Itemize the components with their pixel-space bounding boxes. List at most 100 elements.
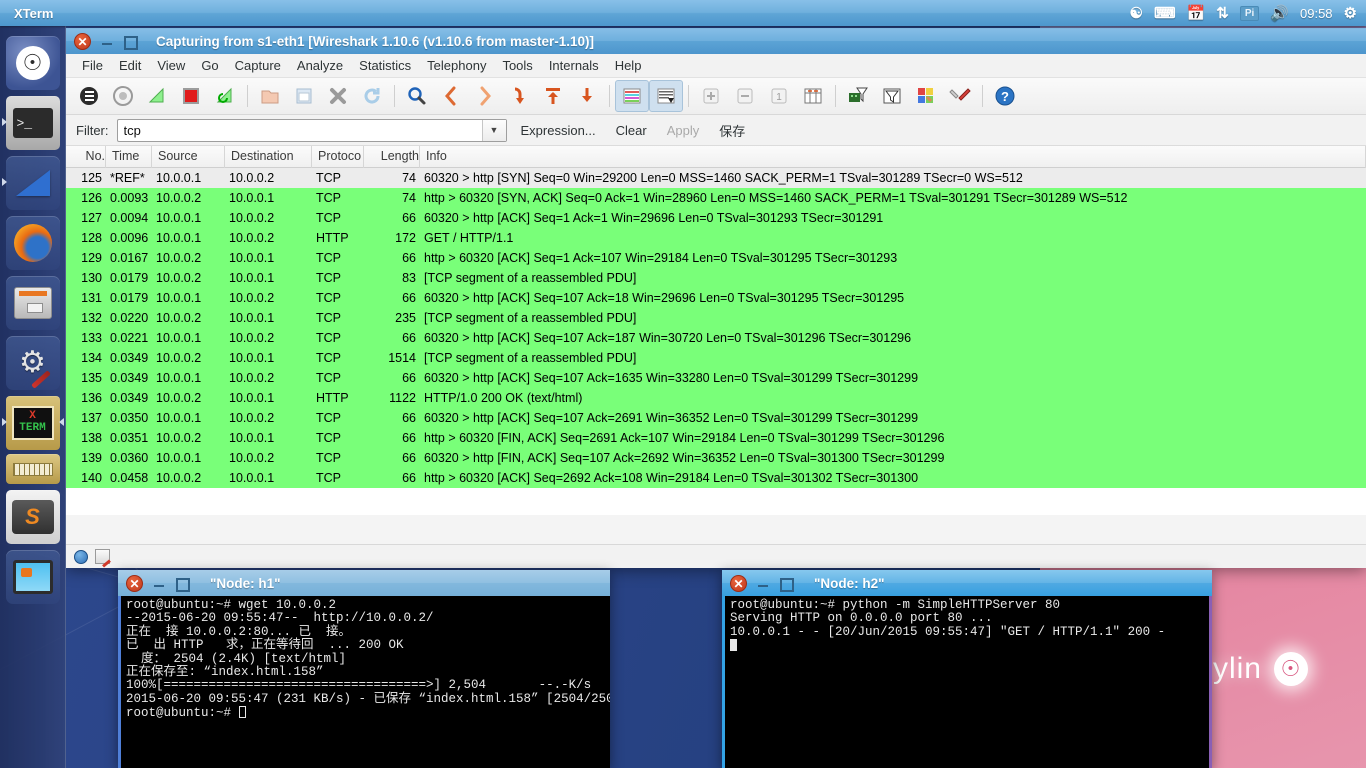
close-icon[interactable]: ✕ [74, 32, 91, 50]
xterm-h1-titlebar[interactable]: ✕ "Node: h1" [118, 570, 610, 596]
xterm-h2-titlebar[interactable]: ✕ "Node: h2" [722, 570, 1212, 596]
menu-item-file[interactable]: File [74, 56, 111, 75]
launcher-item-settings[interactable]: ⚙ [5, 336, 60, 390]
save-file-icon[interactable] [287, 80, 321, 112]
column-header-source[interactable]: Source [152, 145, 225, 168]
help-icon[interactable]: ? [988, 80, 1022, 112]
launcher-item-files[interactable] [5, 276, 60, 330]
launcher-item-sublime[interactable]: S [5, 490, 60, 544]
column-header-no[interactable]: No. [66, 145, 106, 168]
launcher-item-firefox[interactable] [5, 216, 60, 270]
table-row[interactable]: 131 0.0179 10.0.0.1 10.0.0.2 TCP 66 60320 > ht… [66, 288, 1366, 308]
filter-input-wrapper[interactable]: ▼ [116, 118, 507, 142]
go-forward-icon[interactable] [468, 80, 502, 112]
menu-item-go[interactable]: Go [193, 56, 226, 75]
column-header-length[interactable]: Length [364, 145, 420, 168]
gear-icon[interactable]: ⚙ [1344, 6, 1357, 21]
table-row[interactable]: 138 0.0351 10.0.0.2 10.0.0.1 TCP 66 http > 603… [66, 428, 1366, 448]
expression-button[interactable]: Expression... [515, 121, 602, 140]
close-file-icon[interactable] [321, 80, 355, 112]
menu-item-internals[interactable]: Internals [541, 56, 607, 75]
zoom-100-icon[interactable]: 1 [762, 80, 796, 112]
calendar-icon[interactable]: 📅 [1187, 6, 1206, 21]
zoom-out-icon[interactable] [728, 80, 762, 112]
keyboard-icon[interactable]: ⌨ [1154, 6, 1176, 21]
table-row[interactable]: 128 0.0096 10.0.0.1 10.0.0.2 HTTP 172 GET / HT… [66, 228, 1366, 248]
menu-item-edit[interactable]: Edit [111, 56, 149, 75]
table-row[interactable]: 134 0.0349 10.0.0.2 10.0.0.1 TCP 1514 [TCP seg… [66, 348, 1366, 368]
open-file-icon[interactable] [253, 80, 287, 112]
maximize-icon[interactable] [174, 576, 190, 592]
table-row[interactable]: 139 0.0360 10.0.0.1 10.0.0.2 TCP 66 60320 > ht… [66, 448, 1366, 468]
volume-icon[interactable]: 🔊 [1270, 6, 1289, 21]
table-row[interactable]: 140 0.0458 10.0.0.2 10.0.0.1 TCP 66 http > 603… [66, 468, 1366, 488]
close-icon[interactable]: ✕ [730, 574, 747, 592]
find-packet-icon[interactable] [400, 80, 434, 112]
maximize-icon[interactable] [778, 576, 794, 592]
filter-input[interactable] [117, 122, 482, 138]
xterm-h2-body[interactable]: root@ubuntu:~# python -m SimpleHTTPServe… [722, 596, 1212, 768]
table-row[interactable]: 125 *REF* 10.0.0.1 10.0.0.2 TCP 74 60320 > htt… [66, 168, 1366, 188]
table-row[interactable]: 136 0.0349 10.0.0.2 10.0.0.1 HTTP 1122 HTTP/1.… [66, 388, 1366, 408]
clock[interactable]: 09:58 [1300, 6, 1333, 21]
table-row[interactable]: 135 0.0349 10.0.0.1 10.0.0.2 TCP 66 60320 > ht… [66, 368, 1366, 388]
minimize-icon[interactable] [152, 576, 166, 590]
go-to-first-icon[interactable] [536, 80, 570, 112]
wireshark-titlebar[interactable]: ✕ Capturing from s1-eth1 [Wireshark 1.10… [66, 28, 1366, 54]
table-row[interactable]: 130 0.0179 10.0.0.2 10.0.0.1 TCP 83 [TCP segme… [66, 268, 1366, 288]
bluetooth-icon[interactable]: ☯ [1129, 6, 1142, 21]
reload-icon[interactable] [355, 80, 389, 112]
capture-options-icon[interactable] [106, 80, 140, 112]
stop-capture-icon[interactable] [174, 80, 208, 112]
table-row[interactable]: 133 0.0221 10.0.0.1 10.0.0.2 TCP 66 60320 > ht… [66, 328, 1366, 348]
launcher-item-wireshark[interactable] [1, 156, 60, 210]
menu-item-capture[interactable]: Capture [227, 56, 289, 75]
resize-columns-icon[interactable] [796, 80, 830, 112]
table-row[interactable]: 137 0.0350 10.0.0.1 10.0.0.2 TCP 66 60320 > ht… [66, 408, 1366, 428]
panel-app-name[interactable]: XTerm [0, 6, 54, 21]
colorize-icon[interactable] [615, 80, 649, 112]
table-row[interactable]: 129 0.0167 10.0.0.2 10.0.0.1 TCP 66 http > 603… [66, 248, 1366, 268]
menu-item-analyze[interactable]: Analyze [289, 56, 351, 75]
chevron-down-icon[interactable]: ▼ [481, 119, 506, 141]
launcher-item-software-center[interactable] [5, 550, 60, 604]
input-method-indicator[interactable]: Pi [1239, 5, 1260, 21]
start-capture-icon[interactable] [140, 80, 174, 112]
menu-item-telephony[interactable]: Telephony [419, 56, 494, 75]
minimize-icon[interactable] [100, 34, 114, 48]
launcher-item-xterm[interactable]: X TERM [1, 396, 64, 450]
column-header-time[interactable]: Time [106, 145, 152, 168]
minimize-icon[interactable] [756, 576, 770, 590]
column-header-info[interactable]: Info [420, 145, 1366, 168]
launcher-item-ubuntu-dash[interactable]: ☉ [5, 36, 60, 90]
close-icon[interactable]: ✕ [126, 574, 143, 592]
table-row[interactable]: 132 0.0220 10.0.0.2 10.0.0.1 TCP 235 [TCP segm… [66, 308, 1366, 328]
go-to-last-icon[interactable] [570, 80, 604, 112]
table-row[interactable]: 126 0.0093 10.0.0.2 10.0.0.1 TCP 74 http > 603… [66, 188, 1366, 208]
display-filters-icon[interactable] [875, 80, 909, 112]
capture-comment-icon[interactable] [95, 549, 110, 564]
coloring-rules-icon[interactable] [909, 80, 943, 112]
clear-button[interactable]: Clear [610, 121, 653, 140]
menu-item-tools[interactable]: Tools [494, 56, 540, 75]
maximize-icon[interactable] [122, 34, 138, 50]
packet-list[interactable]: 125 *REF* 10.0.0.1 10.0.0.2 TCP 74 60320 > htt… [66, 168, 1366, 515]
menu-item-help[interactable]: Help [607, 56, 650, 75]
network-updown-icon[interactable]: ⇅ [1216, 6, 1229, 21]
interfaces-icon[interactable] [72, 80, 106, 112]
expert-info-icon[interactable] [74, 549, 88, 564]
apply-button[interactable]: Apply [661, 121, 706, 140]
menu-item-statistics[interactable]: Statistics [351, 56, 419, 75]
restart-capture-icon[interactable] [208, 80, 242, 112]
xterm-h1-body[interactable]: root@ubuntu:~# wget 10.0.0.2 --2015-06-20… [118, 596, 610, 768]
go-to-packet-icon[interactable] [502, 80, 536, 112]
auto-scroll-icon[interactable] [649, 80, 683, 112]
launcher-item-keyboard[interactable] [5, 454, 60, 484]
capture-filters-icon[interactable] [841, 80, 875, 112]
menu-item-view[interactable]: View [149, 56, 193, 75]
preferences-icon[interactable] [943, 80, 977, 112]
zoom-in-icon[interactable] [694, 80, 728, 112]
table-row[interactable]: 127 0.0094 10.0.0.1 10.0.0.2 TCP 66 60320 > ht… [66, 208, 1366, 228]
column-header-protocol[interactable]: Protoco [312, 145, 364, 168]
column-header-destination[interactable]: Destination [225, 145, 312, 168]
